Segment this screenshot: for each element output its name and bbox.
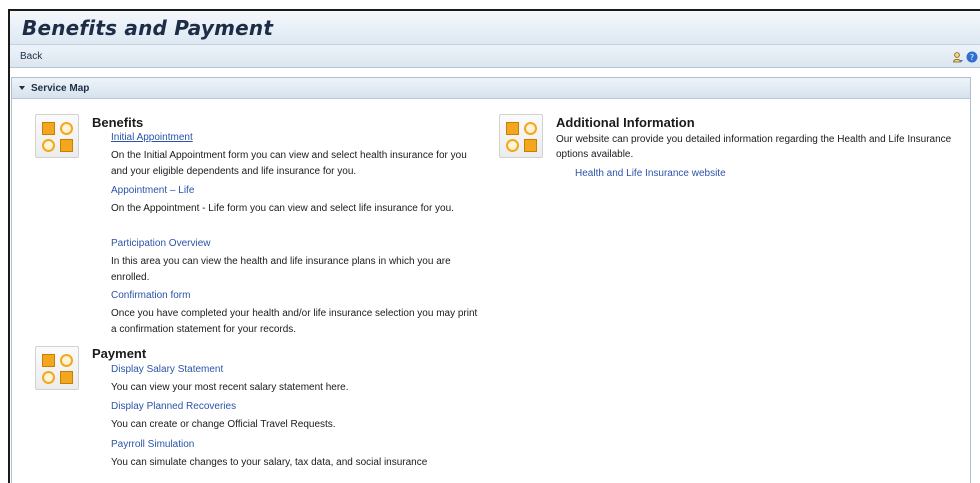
payroll-simulation-desc: You can simulate changes to your salary,… <box>111 457 428 468</box>
page-title: Benefits and Payment <box>22 15 274 40</box>
initial-appointment-link[interactable]: Initial Appointment <box>111 132 193 143</box>
participation-overview-desc: In this area you can view the health and… <box>111 256 451 283</box>
additional-info-desc: Our website can provide you detailed inf… <box>556 134 952 160</box>
confirmation-form-link[interactable]: Confirmation form <box>111 290 190 301</box>
service-map-title: Service Map <box>31 82 90 94</box>
display-salary-statement-link[interactable]: Display Salary Statement <box>111 364 223 375</box>
payroll-simulation-link[interactable]: Payrroll Simulation <box>111 439 194 450</box>
back-button[interactable]: Back <box>20 51 42 62</box>
toolbar-icons: ? <box>952 50 978 63</box>
payment-title: Payment <box>92 346 147 361</box>
display-salary-statement-desc: You can view your most recent salary sta… <box>111 382 349 393</box>
confirmation-form-desc: Once you have completed your health and/… <box>111 308 478 335</box>
display-planned-recoveries-link[interactable]: Display Planned Recoveries <box>111 401 236 412</box>
participation-overview-link[interactable]: Participation Overview <box>111 238 210 249</box>
additional-info-title: Additional Information <box>556 115 695 130</box>
svg-text:?: ? <box>970 53 974 62</box>
toolbar: Back ? <box>10 44 980 68</box>
display-planned-recoveries-desc: You can create or change Official Travel… <box>111 419 336 430</box>
title-bar: Benefits and Payment <box>10 11 980 44</box>
service-map-header[interactable]: Service Map <box>12 78 970 99</box>
person-icon[interactable] <box>952 50 964 63</box>
payment-group-icon <box>35 346 79 390</box>
benefits-title: Benefits <box>92 115 144 130</box>
appointment-life-desc: On the Appointment - Life form you can v… <box>111 203 454 214</box>
service-map-panel: Service Map Benefits Initial Appointment… <box>11 77 971 483</box>
initial-appointment-desc: On the Initial Appointment form you can … <box>111 150 467 177</box>
collapse-triangle-icon <box>19 86 25 90</box>
appointment-life-link[interactable]: Appointment – Life <box>111 185 194 196</box>
additional-info-group-icon <box>499 114 543 158</box>
help-icon[interactable]: ? <box>966 50 978 63</box>
health-life-insurance-website-link[interactable]: Health and Life Insurance website <box>575 168 726 179</box>
benefits-group-icon <box>35 114 79 158</box>
